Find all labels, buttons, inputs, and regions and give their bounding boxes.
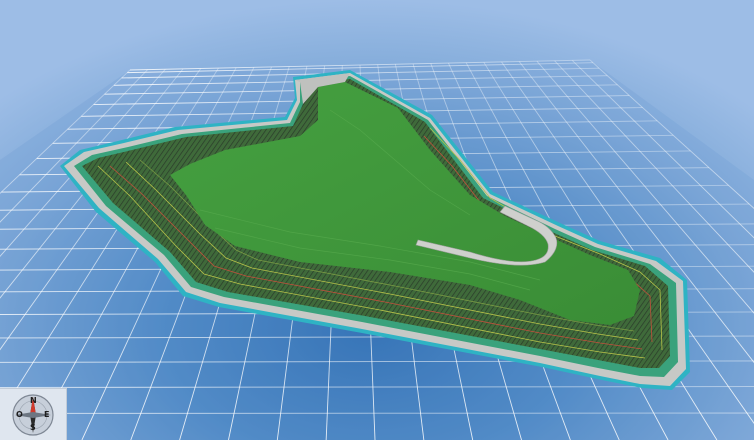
3d-viewport[interactable]: N S O E (0, 0, 754, 440)
compass-south-label: S (30, 423, 36, 432)
terrain-scene[interactable] (0, 0, 754, 440)
compass-north-label: N (30, 396, 37, 405)
grid-line (0, 412, 754, 414)
compass-east-label: E (44, 410, 50, 419)
compass-west-label: O (16, 410, 23, 419)
